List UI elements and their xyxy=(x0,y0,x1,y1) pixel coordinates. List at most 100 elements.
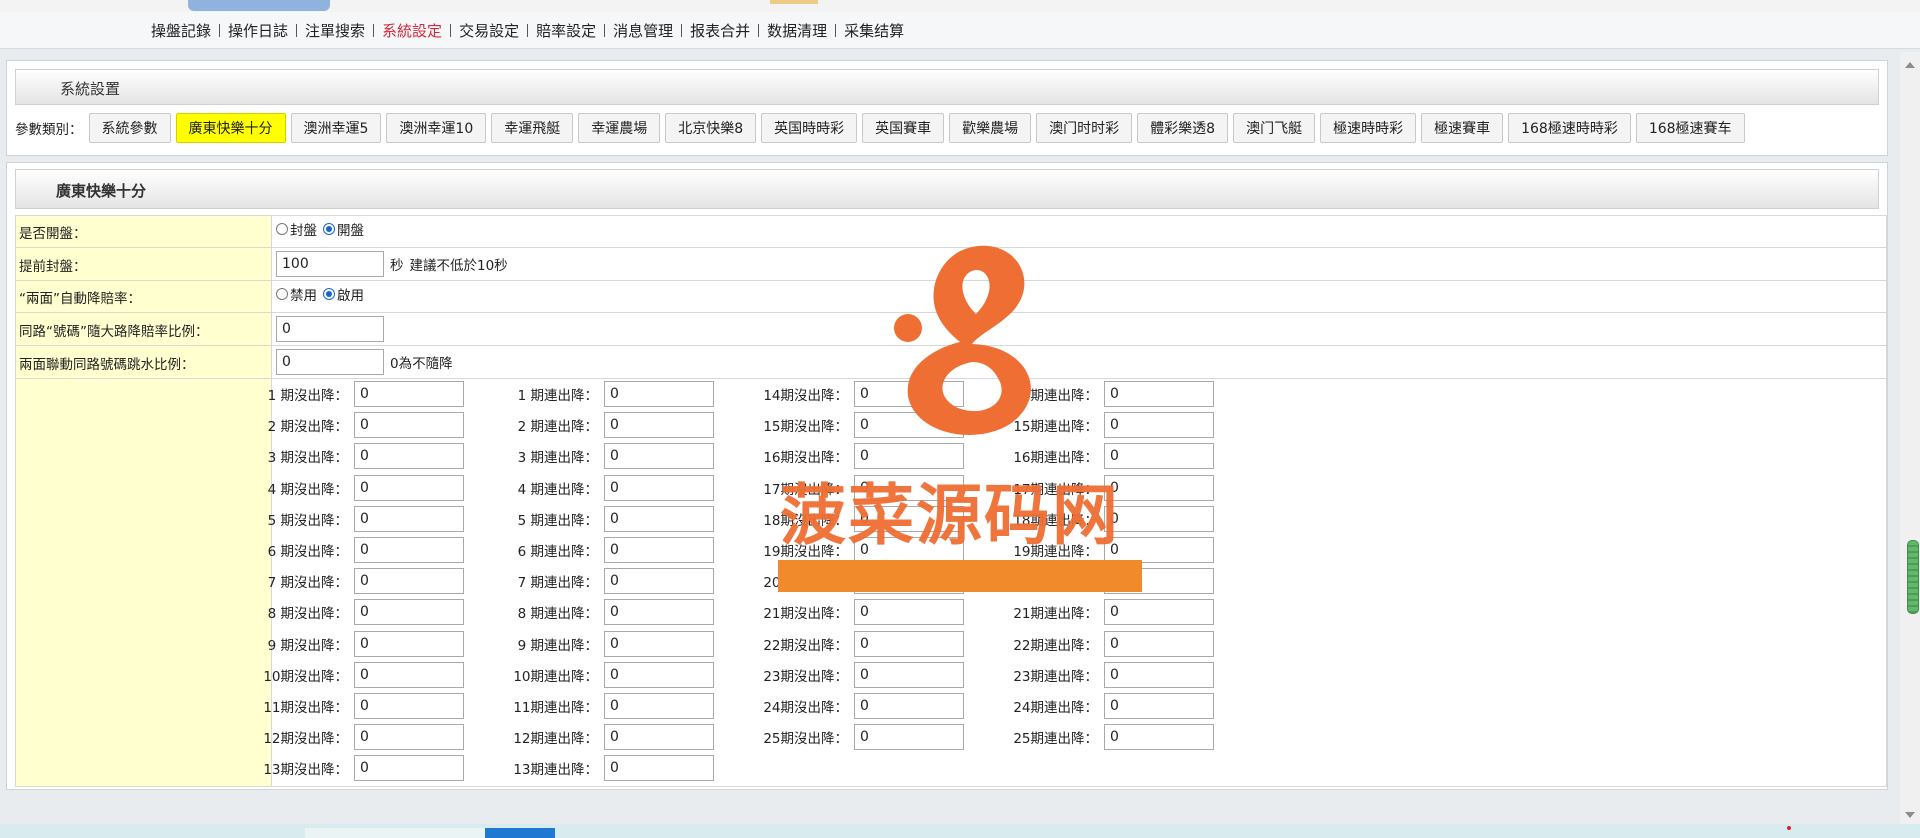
param-category-button[interactable]: 系統參數 xyxy=(88,113,171,143)
rate-cell: 24期沒出降： xyxy=(752,693,964,719)
rate-input[interactable] xyxy=(354,724,464,751)
param-category-button[interactable]: 澳洲幸運5 xyxy=(290,113,382,143)
rate-input[interactable] xyxy=(354,474,464,501)
rate-label: 1 期連出降： xyxy=(517,388,598,404)
rate-input[interactable] xyxy=(604,630,714,657)
rate-input[interactable] xyxy=(604,568,714,595)
rate-input[interactable] xyxy=(354,661,464,688)
rate-input[interactable] xyxy=(604,474,714,501)
nav-item[interactable]: 系統設定 xyxy=(382,20,442,41)
param-category-button[interactable]: 168極速時時彩 xyxy=(1508,113,1631,143)
rate-label: 8 期沒出降： xyxy=(267,606,348,623)
rate-input[interactable] xyxy=(604,661,714,688)
rate-input[interactable] xyxy=(1104,630,1214,657)
rate-input[interactable] xyxy=(354,381,464,407)
rate-label: 25期連出降： xyxy=(1013,731,1098,748)
param-category-button[interactable]: 幸運農場 xyxy=(578,113,661,143)
param-category-button[interactable]: 歡樂農場 xyxy=(949,113,1032,143)
nav-item[interactable]: 操盤記錄 xyxy=(151,20,211,41)
rate-input[interactable] xyxy=(854,724,964,751)
nav-item[interactable]: 消息管理 xyxy=(613,20,673,41)
nav-item[interactable]: 数据清理 xyxy=(767,20,827,41)
rate-input[interactable] xyxy=(1104,661,1214,688)
rate-input[interactable] xyxy=(854,630,964,657)
nav-separator xyxy=(835,24,837,37)
param-category-button[interactable]: 極速賽車 xyxy=(1421,113,1504,143)
rate-input[interactable] xyxy=(604,693,714,719)
scroll-thumb[interactable] xyxy=(1907,540,1919,614)
param-category-button[interactable]: 體彩樂透8 xyxy=(1137,113,1229,143)
param-category-button[interactable]: 極速時時彩 xyxy=(1320,113,1417,143)
close-ahead-value: 秒 建議不低於10秒 xyxy=(276,251,508,277)
rate-input[interactable] xyxy=(604,443,714,470)
nav-item[interactable]: 交易設定 xyxy=(459,20,519,41)
param-category-button[interactable]: 168極速賽车 xyxy=(1635,113,1745,143)
rate-input[interactable] xyxy=(604,755,714,782)
rate-input[interactable] xyxy=(854,661,964,688)
radio-closed[interactable] xyxy=(276,223,288,235)
rate-input[interactable] xyxy=(854,599,964,626)
rate-input[interactable] xyxy=(1104,724,1214,751)
nav-item[interactable]: 賠率設定 xyxy=(536,20,596,41)
rate-input[interactable] xyxy=(1104,443,1214,470)
rate-input[interactable] xyxy=(604,724,714,751)
param-category-button[interactable]: 英国時時彩 xyxy=(761,113,858,143)
close-ahead-note: 建議不低於10秒 xyxy=(409,258,508,274)
rate-input[interactable] xyxy=(354,568,464,595)
param-category-button[interactable]: 幸運飛艇 xyxy=(491,113,574,143)
scroll-down-icon[interactable] xyxy=(1905,812,1915,818)
page-scrollbar[interactable] xyxy=(1900,52,1920,824)
rate-label: 4 期連出降： xyxy=(517,481,598,498)
nav-item[interactable]: 采集结算 xyxy=(844,20,904,41)
rate-cell: 5 期沒出降： xyxy=(252,505,464,532)
same-road-input[interactable] xyxy=(276,316,384,342)
rate-input[interactable] xyxy=(354,537,464,563)
rate-label: 12期沒出降： xyxy=(263,731,348,748)
rate-input[interactable] xyxy=(854,443,964,470)
rate-label: 10期沒出降： xyxy=(263,668,348,685)
rate-input[interactable] xyxy=(604,381,714,407)
param-category-button[interactable]: 廣東快樂十分 xyxy=(175,113,286,143)
nav-item[interactable]: 报表合并 xyxy=(690,20,750,41)
rate-label: 13期沒出降： xyxy=(263,762,348,779)
nav-separator xyxy=(527,24,529,37)
open-label: 是否開盤： xyxy=(19,226,87,242)
rate-cell: 9 期連出降： xyxy=(502,630,714,657)
rate-cell: 16期連出降： xyxy=(1002,443,1214,470)
rate-input[interactable] xyxy=(354,630,464,657)
rate-input[interactable] xyxy=(604,412,714,439)
rate-label: 11期連出降： xyxy=(513,700,598,716)
rate-input[interactable] xyxy=(604,599,714,626)
radio-disable[interactable] xyxy=(276,288,288,300)
radio-open[interactable] xyxy=(323,223,335,235)
nav-item[interactable]: 注單搜索 xyxy=(305,20,365,41)
rate-input[interactable] xyxy=(354,693,464,719)
param-category-button[interactable]: 英国賽車 xyxy=(862,113,945,143)
rate-input[interactable] xyxy=(1104,693,1214,719)
top-tab-highlight xyxy=(188,0,330,11)
rate-input[interactable] xyxy=(354,412,464,439)
param-category-button[interactable]: 澳洲幸運10 xyxy=(386,113,487,143)
rate-input[interactable] xyxy=(1104,412,1214,439)
nav-item[interactable]: 操作日誌 xyxy=(228,20,288,41)
rate-input[interactable] xyxy=(1104,381,1214,407)
radio-open-label: 開盤 xyxy=(337,223,364,239)
param-category-button[interactable]: 北京快樂8 xyxy=(665,113,757,143)
rate-input[interactable] xyxy=(604,505,714,532)
rate-input[interactable] xyxy=(604,537,714,563)
rate-input[interactable] xyxy=(354,755,464,782)
linked-ratio-input[interactable] xyxy=(276,349,384,375)
close-ahead-input[interactable] xyxy=(276,251,384,277)
rate-input[interactable] xyxy=(354,505,464,532)
param-category-button[interactable]: 澳门时时彩 xyxy=(1036,113,1133,143)
radio-enable[interactable] xyxy=(323,288,335,300)
rate-label: 12期連出降： xyxy=(513,731,598,748)
open-value: 封盤 開盤 xyxy=(276,219,370,239)
rate-input[interactable] xyxy=(854,693,964,719)
rate-input[interactable] xyxy=(1104,599,1214,626)
param-category-button[interactable]: 澳门飞艇 xyxy=(1233,113,1316,143)
rate-label: 22期沒出降： xyxy=(763,637,848,654)
rate-input[interactable] xyxy=(354,443,464,470)
rate-input[interactable] xyxy=(354,599,464,626)
scroll-up-icon[interactable] xyxy=(1905,62,1915,68)
